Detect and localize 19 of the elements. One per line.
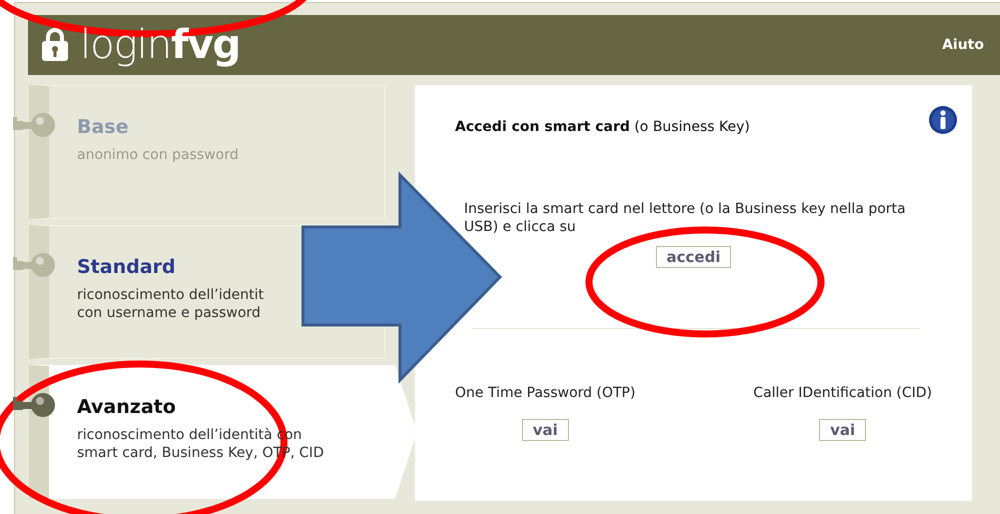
logo-text: loginfvg <box>80 25 240 65</box>
padlock-icon <box>40 28 70 62</box>
help-link[interactable]: Aiuto <box>942 37 984 53</box>
option-label: Caller IDentification (CID) <box>753 385 932 401</box>
login-button[interactable]: accedi <box>656 246 732 268</box>
go-button[interactable]: vai <box>522 419 569 441</box>
level-title: Standard <box>77 256 177 278</box>
instruction-text: Inserisci la smart card nel lettore (o la Business key nella porta USB) e clicca su <box>464 201 907 236</box>
level-title: Avanzato <box>77 396 177 418</box>
go-button[interactable]: vai <box>819 419 866 441</box>
key-icon <box>13 252 55 278</box>
panel-heading: Accedi con smart card (o Business Key) <box>455 119 751 135</box>
info-icon[interactable] <box>928 105 958 135</box>
level-description: riconoscimento dell’identit con username e password <box>77 286 264 322</box>
key-icon <box>13 112 55 138</box>
level-title: Base <box>77 116 130 138</box>
key-icon <box>13 392 55 418</box>
level-description: anonimo con password <box>77 146 238 164</box>
option-label: One Time Password (OTP) <box>455 385 636 401</box>
